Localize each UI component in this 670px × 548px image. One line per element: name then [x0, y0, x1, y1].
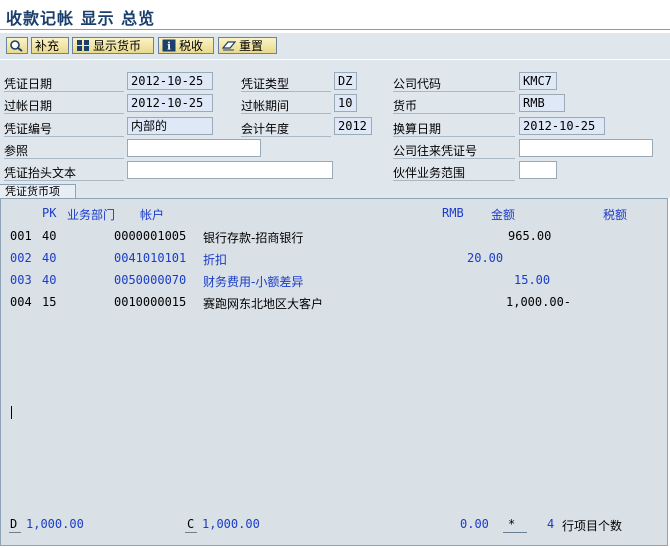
cross-company-label: 公司往来凭证号	[393, 144, 478, 158]
account-number: 0010000015	[114, 295, 187, 309]
tab-strip: 凭证货币项	[0, 184, 670, 198]
divider	[241, 113, 331, 114]
partner-ba-label: 伙伴业务范围	[393, 166, 466, 180]
text-cursor	[11, 406, 12, 419]
grid-icon	[76, 39, 90, 52]
posting-date-field[interactable]: 2012-10-25	[127, 94, 213, 112]
balance-total: 0.00	[460, 517, 489, 531]
account-number: 0000001005	[114, 229, 187, 243]
status-indicator: *	[508, 517, 516, 531]
tab-document-currency[interactable]: 凭证货币项	[0, 184, 76, 198]
divider	[4, 180, 124, 181]
column-header-pk: PK	[42, 206, 57, 220]
line-items-panel: PK 业务部门 帐户 RMB 金额 税额 001 40 0000001005 银…	[0, 198, 668, 546]
divider	[4, 91, 124, 92]
credit-total: 1,000.00	[202, 517, 260, 531]
account-description: 财务费用-小额差异	[203, 275, 304, 289]
posting-key: 40	[42, 229, 57, 243]
company-code-field[interactable]: KMC7	[519, 72, 557, 90]
supplement-button[interactable]: 补充	[31, 37, 69, 54]
divider	[241, 136, 331, 137]
company-code-label: 公司代码	[393, 77, 442, 91]
translation-date-field[interactable]: 2012-10-25	[519, 117, 605, 135]
divider	[393, 136, 515, 137]
divider	[393, 180, 515, 181]
amount: 15.00	[514, 273, 551, 287]
row-number: 004	[10, 295, 32, 309]
posting-date-label: 过帐日期	[4, 99, 53, 113]
row-number: 002	[10, 251, 32, 265]
divider	[185, 532, 197, 533]
tax-label: 税收	[179, 39, 204, 53]
debit-total: 1,000.00	[26, 517, 84, 531]
application-toolbar: 补充 显示货币 i 税收 重置	[0, 33, 670, 59]
tax-button[interactable]: i 税收	[158, 37, 214, 54]
period-field[interactable]: 10	[334, 94, 357, 112]
currency-field[interactable]: RMB	[519, 94, 565, 112]
eraser-icon	[221, 39, 237, 52]
cross-company-field[interactable]	[519, 139, 653, 157]
header-text-label: 凭证抬头文本	[4, 166, 77, 180]
svg-text:i: i	[167, 42, 171, 53]
reference-field[interactable]	[127, 139, 261, 157]
account-number: 0050000070	[114, 273, 187, 287]
account-description: 银行存款-招商银行	[203, 231, 304, 245]
reference-label: 参照	[4, 144, 29, 158]
posting-key: 40	[42, 273, 57, 287]
doc-type-field[interactable]: DZ	[334, 72, 357, 90]
divider	[4, 158, 124, 159]
row-number: 003	[10, 273, 32, 287]
divider	[503, 532, 527, 533]
credit-label: C	[187, 517, 195, 531]
info-icon: i	[162, 39, 176, 53]
account-number: 0041010101	[114, 251, 187, 265]
fiscal-year-field[interactable]: 2012	[334, 117, 372, 135]
item-count-label: 行项目个数	[562, 519, 623, 533]
column-header-business-area: 业务部门	[67, 208, 116, 222]
period-label: 过帐期间	[241, 99, 290, 113]
account-description: 赛跑网东北地区大客户	[203, 297, 324, 311]
fiscal-year-label: 会计年度	[241, 122, 290, 136]
reset-label: 重置	[239, 39, 264, 53]
doc-number-field[interactable]: 内部的	[127, 117, 213, 135]
currency-label: 货币	[393, 99, 418, 113]
supplement-label: 补充	[35, 39, 60, 53]
item-count: 4	[547, 517, 555, 531]
display-currency-label: 显示货币	[93, 39, 142, 53]
posting-key: 40	[42, 251, 57, 265]
title-divider	[0, 29, 670, 30]
column-header-tax: 税额	[603, 208, 628, 222]
row-number: 001	[10, 229, 32, 243]
reset-button[interactable]: 重置	[218, 37, 277, 54]
doc-number-label: 凭证编号	[4, 122, 53, 136]
account-description: 折扣	[203, 253, 228, 267]
document-header: 凭证日期 2012-10-25 凭证类型 DZ 公司代码 KMC7 过帐日期 2…	[0, 60, 670, 184]
debit-label: D	[10, 517, 18, 531]
zoom-button[interactable]	[6, 37, 28, 54]
posting-key: 15	[42, 295, 57, 309]
divider	[4, 136, 124, 137]
display-currency-button[interactable]: 显示货币	[72, 37, 154, 54]
column-header-currency: RMB	[442, 206, 464, 220]
divider	[4, 113, 124, 114]
divider	[9, 532, 21, 533]
divider	[241, 91, 331, 92]
column-header-account: 帐户	[140, 208, 165, 222]
partner-ba-field[interactable]	[519, 161, 557, 179]
amount: 1,000.00-	[506, 295, 572, 309]
doc-date-field[interactable]: 2012-10-25	[127, 72, 213, 90]
page-title: 收款记帐 显示 总览	[6, 9, 156, 28]
divider	[393, 158, 515, 159]
header-text-field[interactable]	[127, 161, 333, 179]
doc-date-label: 凭证日期	[4, 77, 53, 91]
divider	[393, 113, 515, 114]
magnifier-icon	[9, 39, 23, 52]
column-header-amount: 金额	[491, 208, 516, 222]
doc-type-label: 凭证类型	[241, 77, 290, 91]
amount: 965.00	[508, 229, 552, 243]
translation-date-label: 换算日期	[393, 122, 442, 136]
divider	[393, 91, 515, 92]
amount: 20.00	[467, 251, 504, 265]
